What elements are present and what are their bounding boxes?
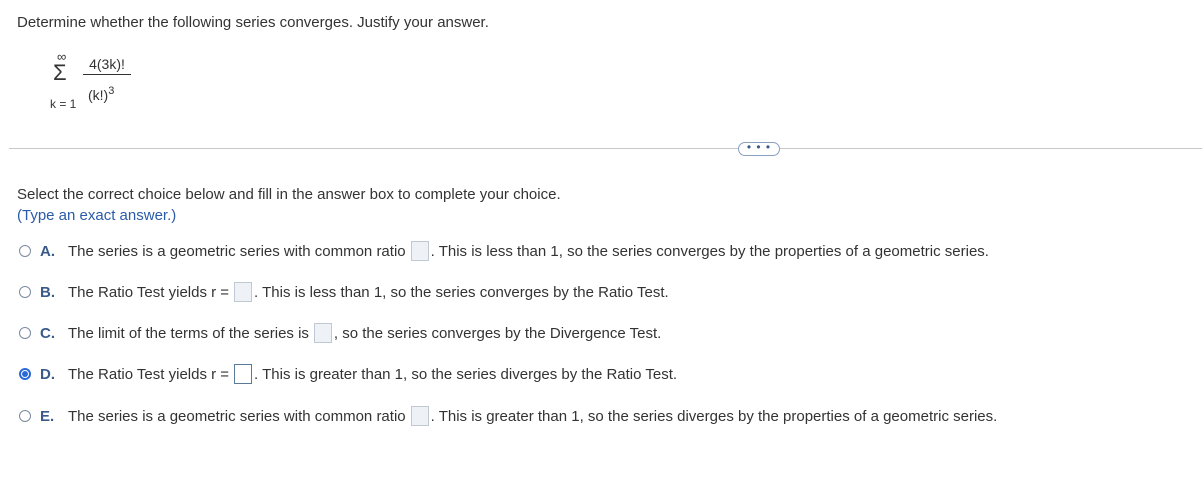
choice-text-before: The Ratio Test yields r = xyxy=(68,283,230,301)
choice-text-before: The Ratio Test yields r = xyxy=(68,365,230,383)
choice-letter: B. xyxy=(40,283,55,301)
radio-d-selected[interactable] xyxy=(19,368,31,380)
answer-box-d[interactable] xyxy=(234,364,253,384)
choice-text-after: . This is greater than 1, so the series … xyxy=(430,407,998,425)
choice-c[interactable]: C. The limit of the terms of the series … xyxy=(19,322,661,344)
choice-text-after: . This is less than 1, so the series con… xyxy=(254,283,669,301)
more-options-button[interactable]: • • • xyxy=(738,141,780,156)
answer-box-b[interactable] xyxy=(234,282,253,302)
sigma-symbol: Σ xyxy=(53,60,67,85)
numerator: 4(3k)! xyxy=(89,56,125,72)
choice-e[interactable]: E. The series is a geometric series with… xyxy=(19,405,997,427)
choice-letter: E. xyxy=(40,407,55,425)
choice-a[interactable]: A. The series is a geometric series with… xyxy=(19,240,989,262)
answer-box-e[interactable] xyxy=(410,406,429,426)
choice-b[interactable]: B. The Ratio Test yields r = . This is l… xyxy=(19,281,669,303)
choice-text-after: , so the series converges by the Diverge… xyxy=(333,324,662,342)
answer-box-c[interactable] xyxy=(313,323,332,343)
choice-text-before: The limit of the terms of the series is xyxy=(68,324,309,342)
denominator-power: 3 xyxy=(108,85,115,97)
instruction-text: Select the correct choice below and fill… xyxy=(17,186,561,203)
choice-text-before: The series is a geometric series with co… xyxy=(68,407,406,425)
denominator: (k!)3 xyxy=(83,75,131,103)
denominator-base: (k!) xyxy=(88,87,109,103)
section-divider xyxy=(9,148,1202,149)
question-text: Determine whether the following series c… xyxy=(17,14,489,31)
choice-text-after: . This is less than 1, so the series con… xyxy=(430,242,989,260)
radio-b[interactable] xyxy=(19,286,31,298)
radio-c[interactable] xyxy=(19,327,31,339)
choice-letter: C. xyxy=(40,324,55,342)
choice-letter: D. xyxy=(40,365,55,383)
lower-limit: k = 1 xyxy=(50,97,77,111)
series-expression: ∞ Σ k = 1 4(3k)! (k!)3 xyxy=(50,50,150,120)
hint-text: (Type an exact answer.) xyxy=(17,207,177,224)
choice-letter: A. xyxy=(40,242,55,260)
series-fraction: 4(3k)! (k!)3 xyxy=(83,56,131,103)
choice-d[interactable]: D. The Ratio Test yields r = . This is g… xyxy=(19,363,677,385)
choice-text-before: The series is a geometric series with co… xyxy=(68,242,406,260)
radio-e[interactable] xyxy=(19,410,31,422)
choice-text-after: . This is greater than 1, so the series … xyxy=(254,365,678,383)
radio-a[interactable] xyxy=(19,245,31,257)
answer-box-a[interactable] xyxy=(410,241,429,261)
